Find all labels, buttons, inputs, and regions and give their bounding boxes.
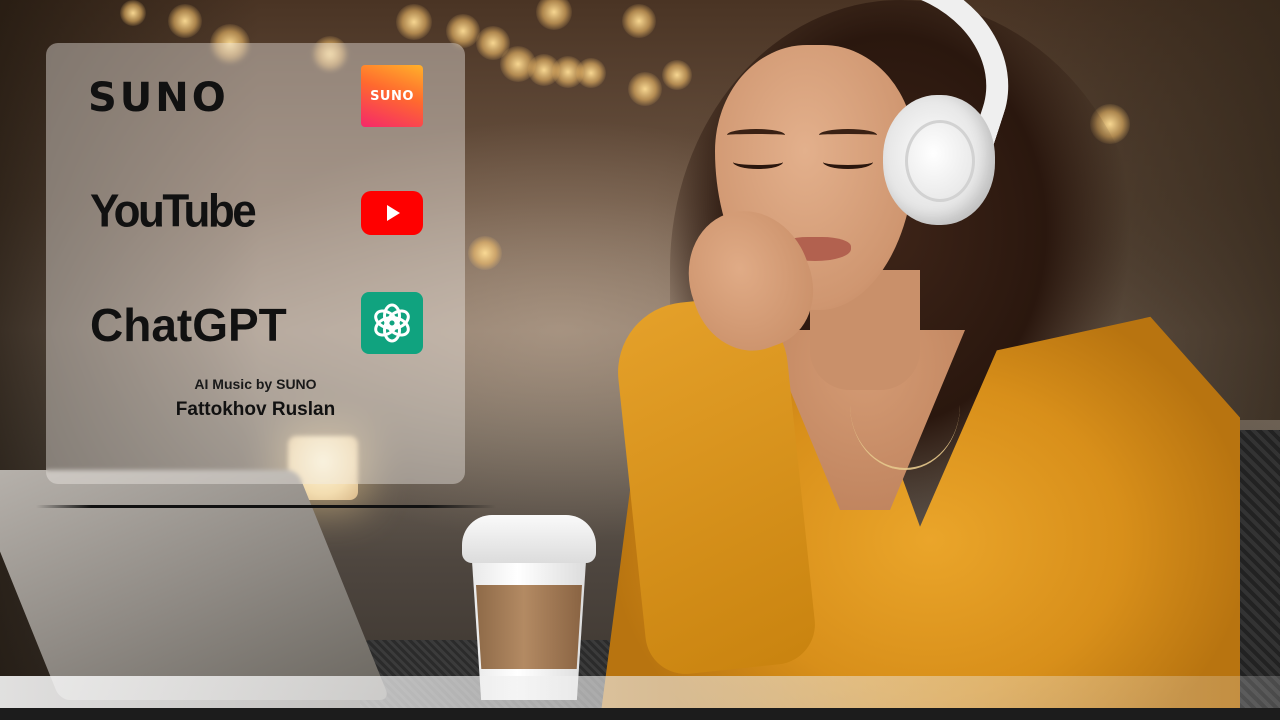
info-panel: SUNO SUNO YouTube ChatGPT AI Music by SU…: [46, 43, 465, 484]
youtube-wordmark: YouTube: [90, 185, 257, 238]
row-suno: SUNO SUNO: [88, 63, 423, 133]
suno-icon-label: SUNO: [370, 88, 414, 104]
author-name: Fattokhov Ruslan: [175, 399, 336, 420]
youtube-play-icon: [361, 191, 423, 235]
openai-knot-icon: [361, 292, 423, 354]
closed-eye: [733, 155, 783, 169]
foreground-white-strip: [0, 676, 1280, 708]
bottom-bar: [0, 708, 1280, 720]
suno-wordmark: SUNO: [88, 75, 229, 121]
divider-line: [36, 505, 496, 508]
bokeh-light: [120, 0, 146, 26]
cup-sleeve: [476, 585, 582, 669]
cup-lid: [462, 515, 596, 563]
bokeh-light: [396, 4, 432, 40]
openai-logo-icon: [374, 303, 410, 343]
headphone-pad: [905, 120, 975, 202]
chatgpt-wordmark: ChatGPT: [90, 299, 287, 351]
necklace: [850, 340, 960, 470]
row-chatgpt: ChatGPT: [88, 288, 423, 358]
credit-line: AI Music by SUNO: [194, 376, 317, 392]
bokeh-light: [468, 236, 502, 270]
bokeh-light: [168, 4, 202, 38]
suno-app-icon: SUNO: [361, 65, 423, 127]
thumbnail-scene: SUNO SUNO YouTube ChatGPT AI Music by SU…: [0, 0, 1280, 720]
row-youtube: YouTube: [88, 179, 423, 249]
coffee-cup: [462, 515, 596, 700]
play-triangle-icon: [387, 205, 400, 221]
woman-listening-to-music: [600, 0, 1240, 720]
